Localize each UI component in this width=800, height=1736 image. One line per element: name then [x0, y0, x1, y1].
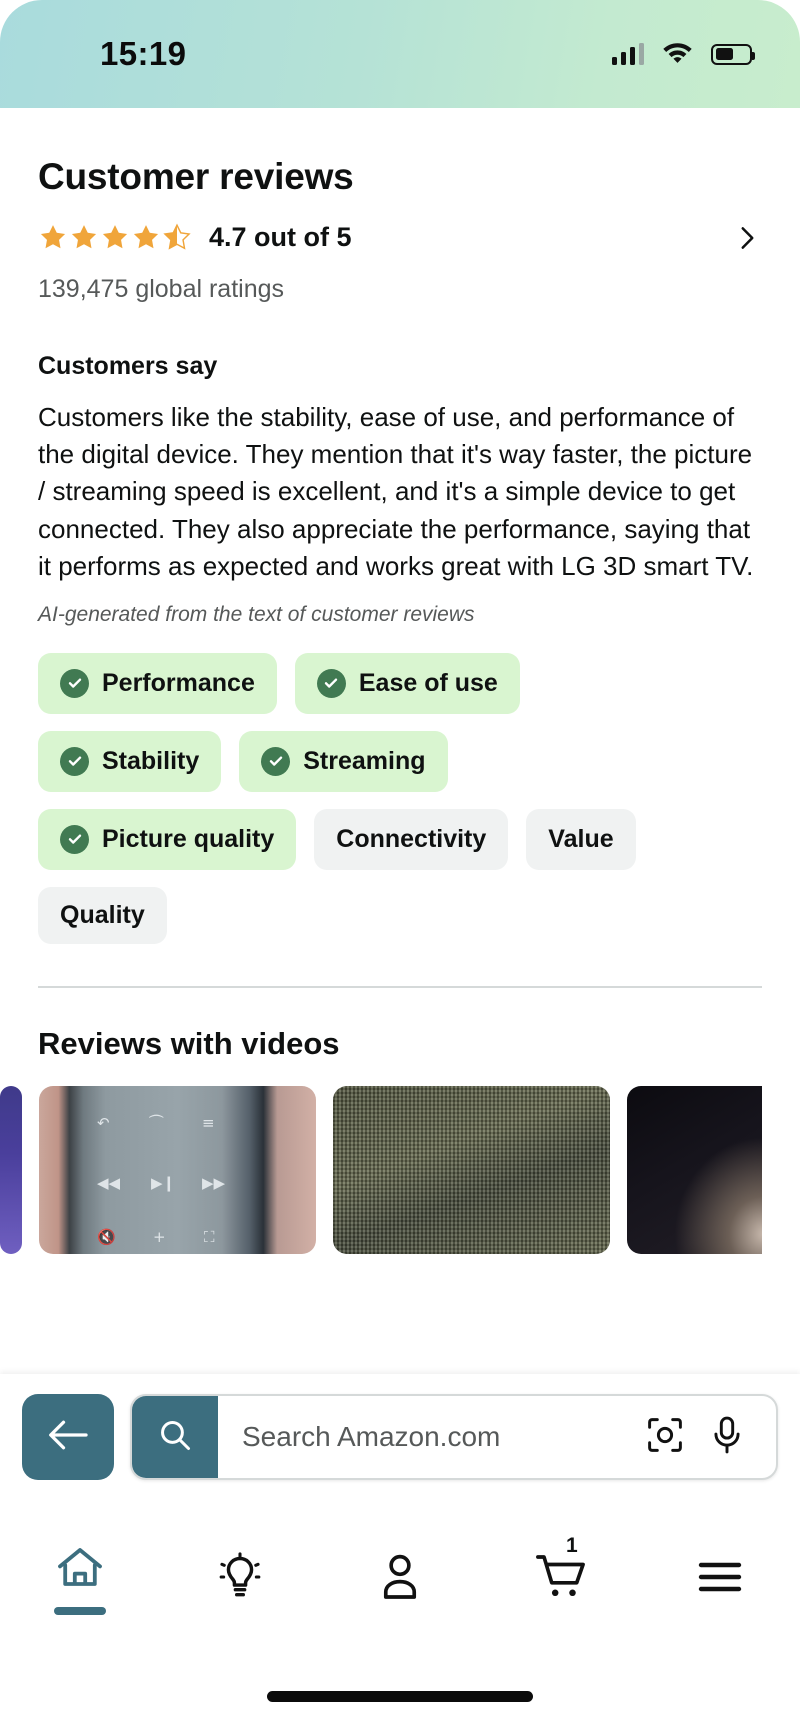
search-input[interactable]: Search Amazon.com [218, 1421, 634, 1453]
check-icon [60, 668, 89, 698]
home-indicator [267, 1691, 533, 1702]
topic-chip-value[interactable]: Value [526, 808, 636, 870]
video-thumbnail-strip[interactable]: ↶ ⏜ ≡ ◀◀ ▶❙ ▶▶ 🔇 + ⛶ [0, 1085, 762, 1254]
topic-chip-connectivity[interactable]: Connectivity [314, 808, 509, 870]
camera-lens-icon [645, 1415, 685, 1460]
global-ratings-count: 139,475 global ratings [38, 275, 285, 303]
cellular-signal-icon [611, 43, 644, 65]
battery-icon [711, 43, 755, 65]
star-icon-3 [100, 223, 130, 252]
search-bar[interactable]: Search Amazon.com [130, 1394, 778, 1480]
topic-chip-label: Ease of use [358, 668, 498, 697]
topic-chip-performance[interactable]: Performance [38, 652, 277, 714]
review-video-thumbnail-fabric-couch[interactable] [333, 1085, 610, 1254]
topic-chip-label: Connectivity [336, 824, 487, 853]
topic-chip-label: Picture quality [102, 824, 275, 853]
status-bar: 15:19 [0, 0, 800, 108]
search-dock: Search Amazon.com [0, 1374, 800, 1500]
star-rating [38, 223, 192, 252]
check-icon [60, 824, 89, 854]
remote-key-overlay: ↶ ⏜ ≡ ◀◀ ▶❙ ▶▶ 🔇 + ⛶ [97, 1113, 226, 1246]
status-icons [611, 40, 755, 68]
main-content: Customer reviews 4.7 out of 5 139,475 gl… [0, 156, 800, 1062]
topic-chip-label: Value [548, 824, 614, 853]
topic-chip-quality[interactable]: Quality [38, 886, 167, 944]
nav-cart[interactable]: 1 [480, 1500, 640, 1658]
rating-value-text: 4.7 out of 5 [209, 222, 352, 252]
topic-chip-label: Stability [102, 746, 200, 775]
microphone-icon [709, 1415, 745, 1460]
topic-chip-picture-quality[interactable]: Picture quality [38, 808, 297, 870]
review-video-thumbnail-dark-scene[interactable] [627, 1085, 762, 1254]
star-icon-5-half [162, 223, 192, 252]
check-icon [316, 668, 346, 698]
topic-chip-label: Performance [102, 668, 255, 697]
arrow-left-icon [47, 1418, 89, 1457]
home-icon [54, 1544, 106, 1597]
back-button[interactable] [22, 1394, 114, 1480]
search-icon [157, 1417, 193, 1458]
rating-summary-row[interactable]: 4.7 out of 5 [38, 222, 762, 253]
nav-menu[interactable] [640, 1500, 800, 1658]
reviews-with-videos-title: Reviews with videos [38, 1025, 340, 1061]
voice-search-button[interactable] [696, 1415, 758, 1460]
review-video-thumbnail-partial-left[interactable] [0, 1085, 22, 1254]
star-icon-1 [38, 223, 68, 252]
nav-home[interactable] [0, 1500, 160, 1658]
hamburger-menu-icon [696, 1557, 744, 1602]
review-video-thumbnail-remote-control[interactable]: ↶ ⏜ ≡ ◀◀ ▶❙ ▶▶ 🔇 + ⛶ [39, 1085, 316, 1254]
ai-generated-note: AI-generated from the text of customer r… [38, 602, 475, 626]
star-icon-4 [131, 223, 161, 252]
wifi-icon [662, 40, 693, 68]
check-icon [60, 746, 89, 776]
nav-account[interactable] [320, 1500, 480, 1658]
topic-chip-ease-of-use[interactable]: Ease of use [294, 652, 520, 714]
status-time: 15:19 [100, 35, 187, 72]
topic-chip-list: Performance Ease of use Stability Streaming… [38, 652, 718, 944]
phone-screen: 15:19 Customer reviews 4.7 out of 5 139,… [0, 0, 800, 1736]
topic-chip-label: Streaming [303, 746, 426, 775]
search-submit-button[interactable] [132, 1396, 218, 1478]
customers-say-summary: Customers like the stability, ease of us… [38, 402, 754, 581]
chevron-right-icon[interactable] [732, 223, 762, 253]
section-divider [38, 985, 762, 988]
lightbulb-icon [215, 1551, 265, 1607]
nav-active-indicator [54, 1606, 106, 1615]
cart-badge-count: 1 [566, 1534, 578, 1557]
customers-say-heading: Customers say [38, 352, 218, 380]
check-icon [261, 746, 291, 776]
star-icon-2 [69, 223, 99, 252]
page-title: Customer reviews [38, 156, 354, 197]
topic-chip-label: Quality [60, 900, 145, 929]
topic-chip-stability[interactable]: Stability [38, 730, 222, 792]
person-icon [376, 1552, 424, 1607]
camera-search-button[interactable] [634, 1415, 696, 1460]
topic-chip-streaming[interactable]: Streaming [239, 730, 448, 792]
bottom-navigation-bar: 1 [0, 1500, 800, 1658]
shopping-cart-icon [532, 1552, 588, 1607]
video-strip-container: ↶ ⏜ ≡ ◀◀ ▶❙ ▶▶ 🔇 + ⛶ [0, 1085, 800, 1254]
nav-ideas[interactable] [160, 1500, 320, 1658]
